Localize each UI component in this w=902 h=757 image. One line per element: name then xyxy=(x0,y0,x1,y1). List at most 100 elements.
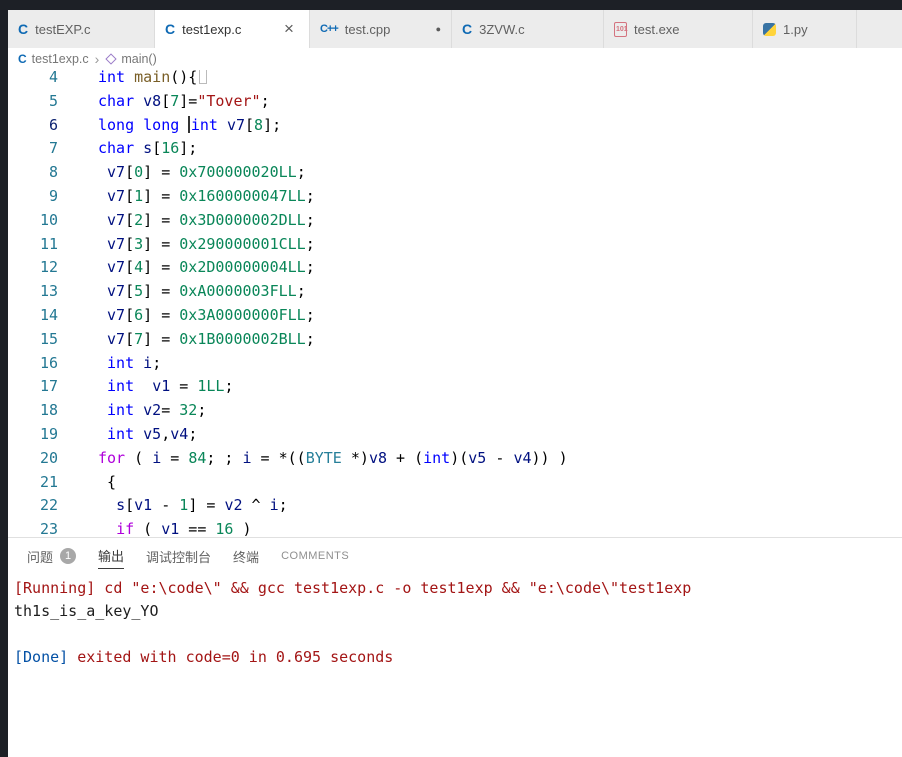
text-cursor xyxy=(188,115,190,133)
line-number: 8 xyxy=(48,163,58,182)
line-number: 23 xyxy=(39,520,58,537)
output-line: [Done] exited with code=0 in 0.695 secon… xyxy=(14,648,394,666)
code-line[interactable]: 6 long long int v7[8]; xyxy=(8,114,902,138)
tab-label: test.exe xyxy=(634,21,680,37)
line-number: 11 xyxy=(39,234,58,253)
tab-test.exe[interactable]: test.exe xyxy=(604,10,753,48)
c-file-icon xyxy=(18,21,28,37)
panel-tab-label: 问题 xyxy=(27,549,54,565)
output-line: th1s_is_a_key_YO xyxy=(14,602,159,620)
panel-tab-问题[interactable]: 问题 1 xyxy=(16,538,87,573)
panel-tab-label: 调试控制台 xyxy=(146,549,212,565)
problems-count-badge: 1 xyxy=(60,547,77,564)
code-text: for ( i = 84; ; i = *((BYTE *)v8 + (int)… xyxy=(98,448,568,467)
code-line[interactable]: 21 { xyxy=(8,471,902,495)
line-number: 20 xyxy=(39,448,58,467)
breadcrumb: test1exp.c › main() xyxy=(8,48,902,70)
code-line[interactable]: 22 s[v1 - 1] = v2 ^ i; xyxy=(8,494,902,518)
tab-test.cpp[interactable]: test.cpp ● xyxy=(310,10,452,48)
panel-tab-bar: 问题 1 输出 调试控制台 终端 COMMENTS xyxy=(8,538,902,573)
line-number: 6 xyxy=(48,115,58,134)
code-line[interactable]: 5 char v8[7]="Tover"; xyxy=(8,90,902,114)
breadcrumb-file[interactable]: test1exp.c xyxy=(32,52,89,66)
code-text: v7[6] = 0x3A0000000FLL; xyxy=(107,305,315,324)
panel-tab-终端[interactable]: 终端 xyxy=(222,538,270,573)
code-text: int i; xyxy=(107,353,162,372)
line-number: 13 xyxy=(39,282,58,301)
c-file-icon xyxy=(18,52,27,66)
line-number: 17 xyxy=(39,377,58,396)
py-file-icon xyxy=(763,22,776,36)
line-number: 15 xyxy=(39,329,58,348)
tab-label: 1.py xyxy=(783,21,808,37)
code-line[interactable]: 16 int i; xyxy=(8,352,902,376)
modified-indicator-icon: ● xyxy=(435,24,441,34)
tab-label: test1exp.c xyxy=(182,21,242,37)
line-number: 10 xyxy=(39,210,58,229)
panel-tab-输出[interactable]: 输出 xyxy=(87,538,135,573)
panel-tab-COMMENTS[interactable]: COMMENTS xyxy=(270,538,360,573)
tab-label: test.cpp xyxy=(344,21,391,37)
editor-tab-bar: testEXP.c test1exp.c × test.cpp ● 3ZVW.c test.… xyxy=(8,10,902,48)
code-text: char v8[7]="Tover"; xyxy=(98,91,270,110)
tab-testEXP.c[interactable]: testEXP.c xyxy=(8,10,155,48)
tab-1.py[interactable]: 1.py xyxy=(753,10,857,48)
code-line[interactable]: 4 int main(){ xyxy=(8,70,902,90)
line-number: 14 xyxy=(39,305,58,324)
c-file-icon xyxy=(165,21,175,37)
output-line: [Running] cd "e:\code\" && gcc test1exp.… xyxy=(14,579,692,597)
output-console[interactable]: [Running] cd "e:\code\" && gcc test1exp.… xyxy=(8,573,902,669)
line-number: 18 xyxy=(39,401,58,420)
code-editor[interactable]: 4 int main(){5 char v8[7]="Tover"; 6 long lo… xyxy=(8,70,902,537)
exe-file-icon xyxy=(614,21,628,37)
code-line[interactable]: 13 v7[5] = 0xA0000003FLL; xyxy=(8,280,902,304)
panel-tab-调试控制台[interactable]: 调试控制台 xyxy=(135,538,222,573)
panel-tab-label: COMMENTS xyxy=(281,550,350,562)
code-text: int v5,v4; xyxy=(107,424,198,443)
line-number: 5 xyxy=(48,91,58,110)
code-line[interactable]: 23 if ( v1 == 16 ) xyxy=(8,518,902,537)
breadcrumb-symbol[interactable]: main() xyxy=(121,52,156,66)
breadcrumb-separator: › xyxy=(94,51,100,67)
code-line[interactable]: 18 int v2= 32; xyxy=(8,399,902,423)
bottom-panel: 问题 1 输出 调试控制台 终端 COMMENTS [Running] cd "e:\co… xyxy=(8,537,902,757)
code-text: v7[4] = 0x2D00000004LL; xyxy=(107,258,315,277)
code-line[interactable]: 11 v7[3] = 0x290000001CLL; xyxy=(8,233,902,257)
line-number: 21 xyxy=(39,472,58,491)
window-left-edge xyxy=(0,0,8,757)
close-tab-icon[interactable]: × xyxy=(279,19,299,39)
tab-label: 3ZVW.c xyxy=(479,21,525,37)
code-line[interactable]: 17 int v1 = 1LL; xyxy=(8,375,902,399)
window-top-edge xyxy=(0,0,902,10)
code-line[interactable]: 20 for ( i = 84; ; i = *((BYTE *)v8 + (in… xyxy=(8,447,902,471)
code-line[interactable]: 10 v7[2] = 0x3D0000002DLL; xyxy=(8,209,902,233)
code-text: int v2= 32; xyxy=(107,401,207,420)
tab-label: testEXP.c xyxy=(35,21,91,37)
code-text: long long int v7[8]; xyxy=(98,115,282,134)
cpp-file-icon xyxy=(320,23,338,35)
code-text: v7[3] = 0x290000001CLL; xyxy=(107,234,315,253)
code-text: s[v1 - 1] = v2 ^ i; xyxy=(116,496,288,515)
code-text: int v1 = 1LL; xyxy=(107,377,234,396)
tab-test1exp.c[interactable]: test1exp.c × xyxy=(155,10,310,48)
code-line[interactable]: 15 v7[7] = 0x1B0000002BLL; xyxy=(8,328,902,352)
code-line[interactable]: 14 v7[6] = 0x3A0000000FLL; xyxy=(8,304,902,328)
line-number: 9 xyxy=(48,186,58,205)
code-area: 4 int main(){5 char v8[7]="Tover"; 6 long lo… xyxy=(8,70,902,537)
code-text: v7[7] = 0x1B0000002BLL; xyxy=(107,329,315,348)
code-line[interactable]: 9 v7[1] = 0x1600000047LL; xyxy=(8,185,902,209)
c-file-icon xyxy=(462,21,472,37)
line-number: 16 xyxy=(39,353,58,372)
panel-tab-label: 输出 xyxy=(98,542,125,569)
code-text: v7[2] = 0x3D0000002DLL; xyxy=(107,210,315,229)
code-text: if ( v1 == 16 ) xyxy=(116,520,252,537)
tab-3ZVW.c[interactable]: 3ZVW.c xyxy=(452,10,604,48)
code-line[interactable]: 8 v7[0] = 0x700000020LL; xyxy=(8,161,902,185)
code-line[interactable]: 12 v7[4] = 0x2D00000004LL; xyxy=(8,256,902,280)
code-text: int main(){ xyxy=(58,70,208,90)
code-line[interactable]: 7 char s[16]; xyxy=(8,137,902,161)
code-line[interactable]: 19 int v5,v4; xyxy=(8,423,902,447)
code-text: char s[16]; xyxy=(98,139,198,158)
symbol-method-icon xyxy=(105,53,117,65)
